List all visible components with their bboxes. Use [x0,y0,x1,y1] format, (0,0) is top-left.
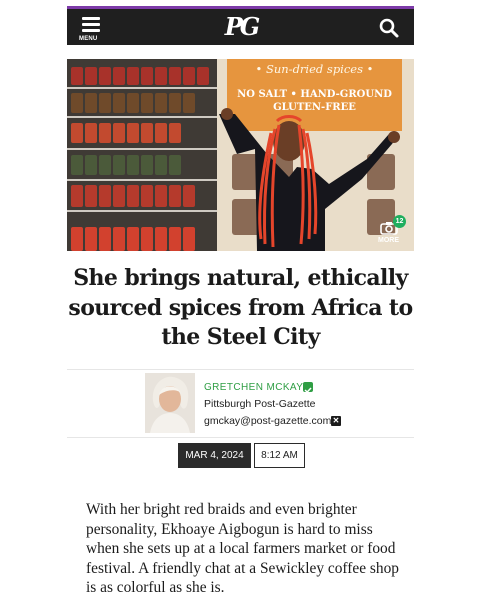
author-avatar[interactable] [145,373,195,433]
search-button[interactable] [378,17,400,39]
top-nav-bar: MENU PG [67,6,414,45]
banner-line-2: NO SALT • HAND-GROUND [237,89,392,100]
photo-count-badge: 12 [393,215,406,228]
more-photos-button[interactable]: 12 MORE [376,215,406,247]
author-byline: GRETCHEN MCKAY Pittsburgh Post-Gazette g… [67,369,414,438]
publish-date: MAR 4, 2024 [178,443,251,468]
publish-time: 8:12 AM [254,443,305,468]
pg-logo[interactable]: PG [224,13,261,41]
hero-image [67,59,414,251]
publication-name: Pittsburgh Post-Gazette [204,398,316,410]
author-name[interactable]: GRETCHEN MCKAY [204,382,303,393]
verified-icon [303,382,313,394]
x-social-icon[interactable]: ✕ [331,416,341,426]
menu-button[interactable]: MENU [79,15,105,43]
hero-photo[interactable]: • Sun-dried spices • NO SALT • HAND-GROU… [67,59,414,251]
search-icon [379,18,399,38]
article-body: With her bright red braids and even brig… [86,501,399,597]
menu-label: MENU [79,36,98,42]
hamburger-icon [82,17,100,20]
article-headline: She brings natural, ethically sourced sp… [68,265,413,350]
article-page: MENU PG • Sun-dried spices • NO SALT • H… [67,6,414,600]
more-label: MORE [378,237,399,244]
banner-line-3: GLUTEN-FREE [273,102,356,113]
author-email[interactable]: gmckay@post-gazette.com [204,415,331,427]
banner-line-1: • Sun-dried spices • [255,62,374,76]
